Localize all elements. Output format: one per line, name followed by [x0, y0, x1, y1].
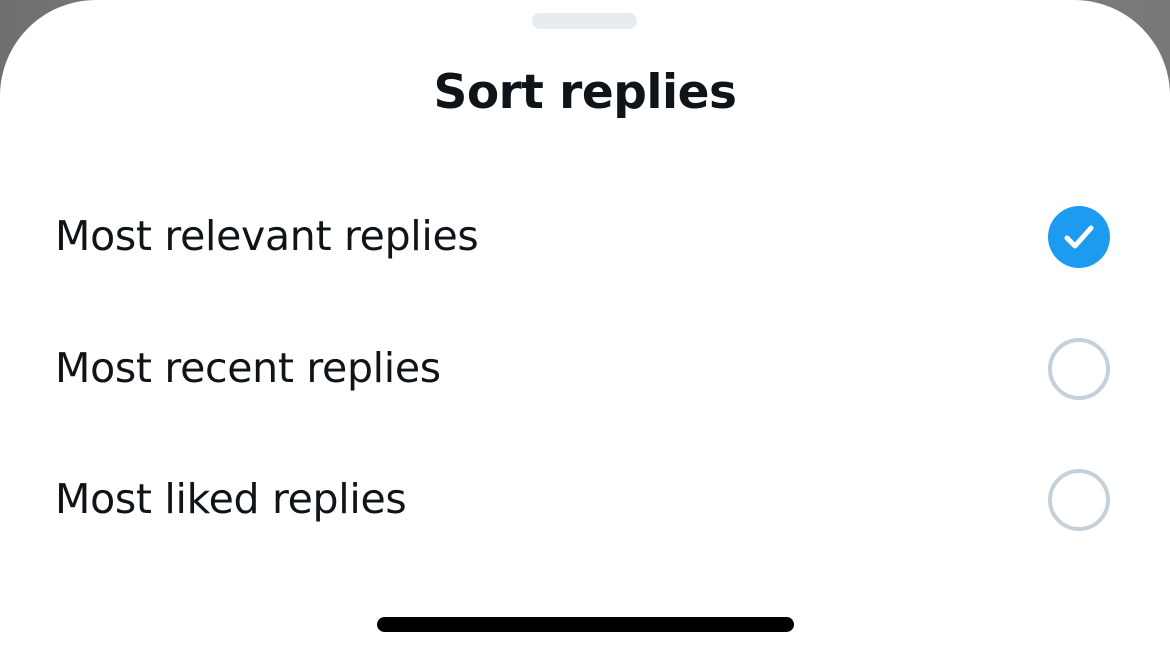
check-circle-icon[interactable]	[1048, 206, 1110, 268]
sheet-title: Sort replies	[433, 65, 737, 120]
option-label: Most recent replies	[55, 344, 441, 392]
option-label: Most liked replies	[55, 475, 407, 523]
option-most-recent[interactable]: Most recent replies	[0, 302, 1170, 434]
empty-circle-icon[interactable]	[1048, 469, 1110, 531]
option-most-relevant[interactable]: Most relevant replies	[0, 170, 1170, 302]
option-label: Most relevant replies	[55, 212, 479, 260]
empty-circle-icon[interactable]	[1048, 338, 1110, 400]
home-indicator	[377, 617, 794, 632]
option-most-liked[interactable]: Most liked replies	[0, 433, 1170, 565]
sheet-grabber-handle[interactable]	[532, 13, 637, 29]
sort-replies-sheet: Sort replies Most relevant replies Most …	[0, 0, 1170, 656]
